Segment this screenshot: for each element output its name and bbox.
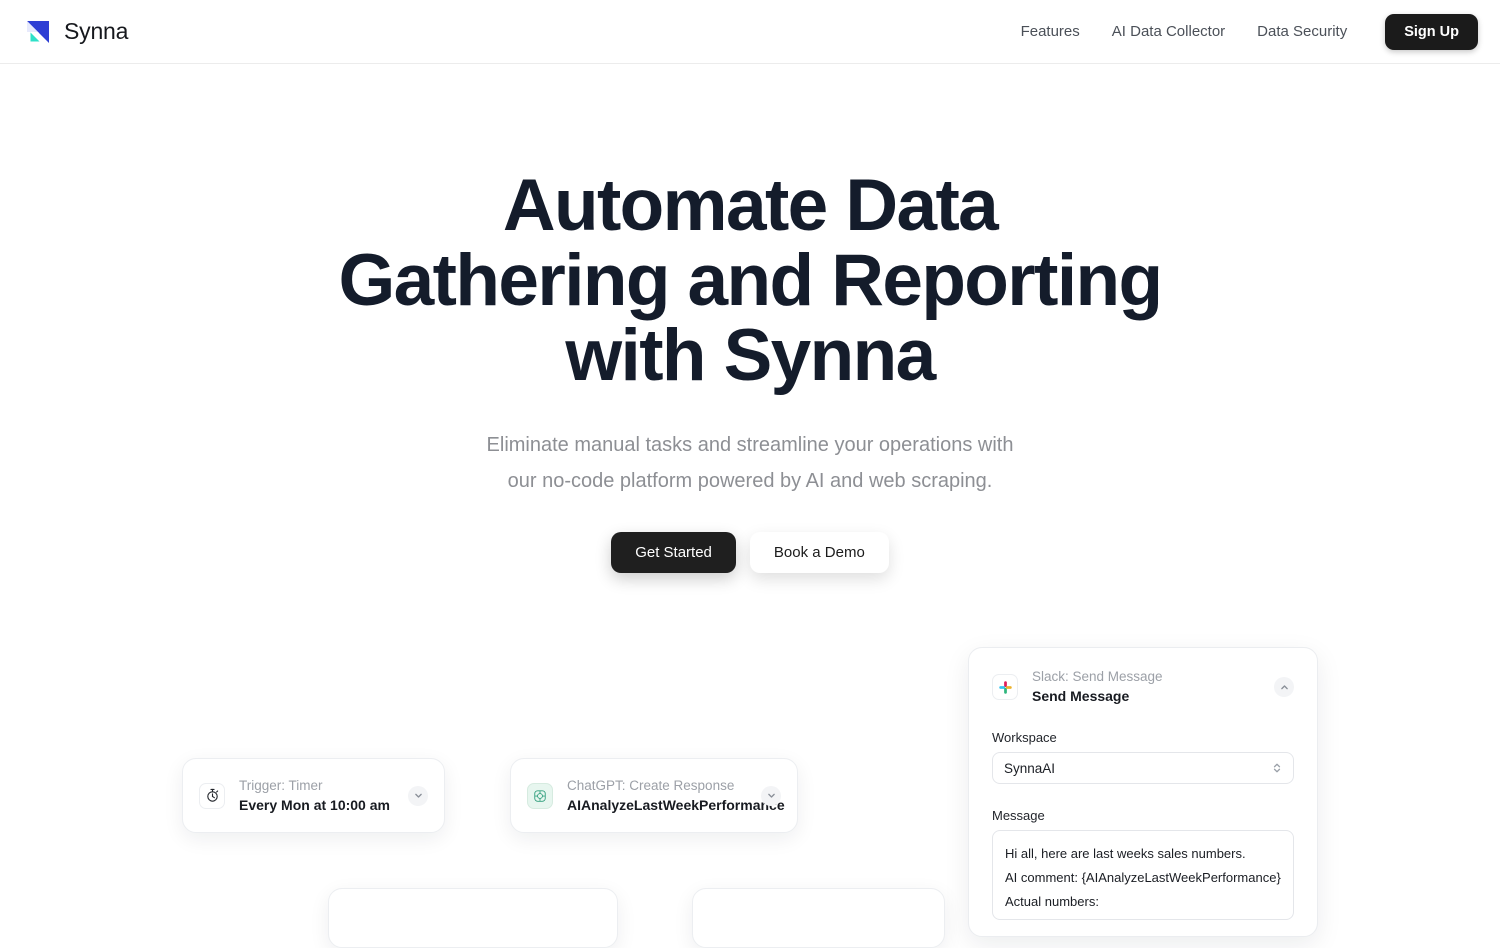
slack-icon [992, 674, 1018, 700]
site-header: Synna Features AI Data Collector Data Se… [0, 0, 1500, 64]
message-line: AI comment: {AIAnalyzeLastWeekPerformanc… [1005, 870, 1281, 885]
chevron-up-icon[interactable] [1274, 677, 1294, 697]
message-textarea[interactable]: Hi all, here are last weeks sales number… [992, 830, 1294, 920]
brand[interactable]: Synna [24, 18, 128, 46]
slack-send-message-panel: Slack: Send Message Send Message Workspa… [968, 647, 1318, 937]
workspace-value: SynnaAI [1004, 760, 1056, 776]
workflow-card-partial-right[interactable] [692, 888, 945, 948]
workflow-card-kicker: Trigger: Timer [239, 777, 323, 793]
workflow-card-chatgpt[interactable]: ChatGPT: Create Response AIAnalyzeLastWe… [510, 758, 798, 833]
chevron-up-down-icon [1273, 763, 1281, 773]
nav-link-features[interactable]: Features [1005, 15, 1096, 48]
workflow-card-title: AIAnalyzeLastWeekPerformance [567, 796, 785, 813]
message-label: Message [992, 808, 1045, 823]
workflow-card-partial-left[interactable] [328, 888, 618, 948]
chevron-down-icon[interactable] [761, 785, 781, 806]
message-line: Actual numbers: [1005, 894, 1099, 909]
workflow-card-kicker: ChatGPT: Create Response [567, 777, 735, 793]
message-line: Hi all, here are last weeks sales number… [1005, 846, 1246, 861]
chatgpt-icon [527, 782, 553, 809]
nav-link-data-security[interactable]: Data Security [1241, 15, 1363, 48]
slack-panel-header[interactable]: Slack: Send Message Send Message [992, 668, 1294, 706]
workflow-canvas: Trigger: Timer Every Mon at 10:00 am Cha… [0, 0, 1500, 948]
brand-name: Synna [64, 18, 129, 44]
nav-link-ai-data-collector[interactable]: AI Data Collector [1096, 15, 1241, 48]
sign-up-button[interactable]: Sign Up [1385, 13, 1478, 50]
slack-panel-title: Send Message [1032, 688, 1130, 704]
chevron-down-icon[interactable] [408, 785, 428, 806]
slack-panel-kicker: Slack: Send Message [1032, 669, 1163, 684]
workflow-card-title: Every Mon at 10:00 am [239, 796, 390, 813]
synna-triangle-logo-icon [27, 20, 49, 43]
main-nav: Features AI Data Collector Data Security… [1005, 13, 1478, 50]
workspace-label: Workspace [992, 730, 1057, 745]
workflow-card-timer[interactable]: Trigger: Timer Every Mon at 10:00 am [182, 758, 445, 833]
workspace-select[interactable]: SynnaAI [992, 752, 1294, 784]
stopwatch-icon [199, 782, 225, 809]
